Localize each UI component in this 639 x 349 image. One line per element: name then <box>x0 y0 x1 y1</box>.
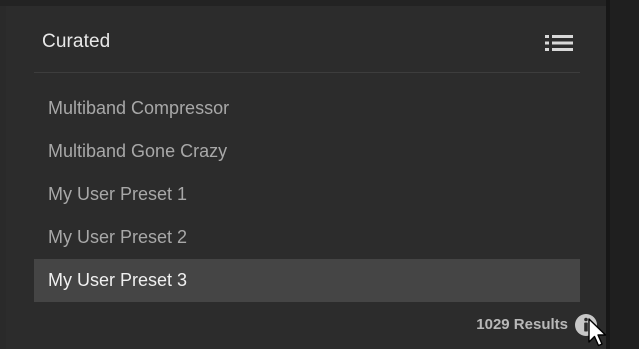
preset-item[interactable]: My User Preset 1 <box>34 173 580 216</box>
side-area <box>610 0 639 349</box>
results-count: 1029 Results <box>476 316 568 333</box>
mouse-cursor-icon <box>588 318 607 347</box>
preset-list: Multiband Compressor Multiband Gone Craz… <box>34 87 580 302</box>
preset-item[interactable]: Multiband Compressor <box>34 87 580 130</box>
preset-item-selected[interactable]: My User Preset 3 <box>34 259 580 302</box>
preset-item[interactable]: My User Preset 2 <box>34 216 580 259</box>
preset-item[interactable]: Multiband Gone Crazy <box>34 130 580 173</box>
category-title: Curated <box>42 31 111 52</box>
list-view-icon[interactable] <box>545 33 573 53</box>
preset-browser: Curated Multiband Compressor Multiband G… <box>0 0 639 349</box>
header-divider <box>34 72 580 73</box>
